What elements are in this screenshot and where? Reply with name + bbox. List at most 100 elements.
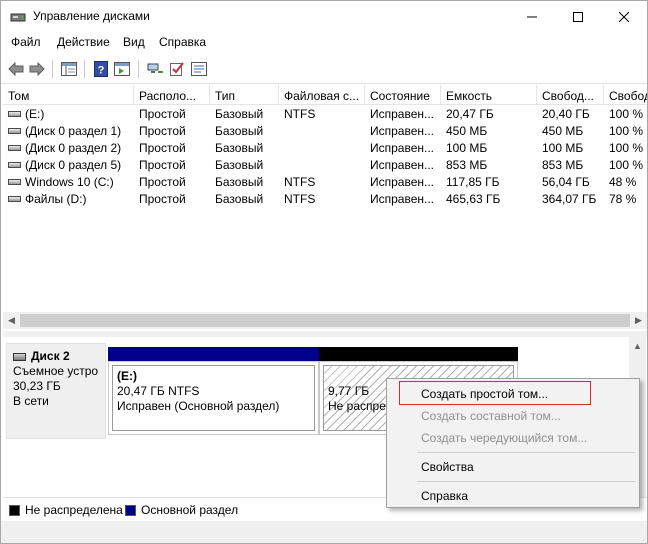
- cell-text: Простой: [139, 192, 186, 206]
- list-horizontal-scrollbar[interactable]: ◀ ▶: [3, 312, 647, 329]
- table-cell: Простой: [139, 107, 211, 121]
- cell-text: 100 %: [609, 141, 644, 155]
- column-header-capacity[interactable]: Емкость: [441, 85, 537, 105]
- disk-label[interactable]: Диск 2 Съемное устро 30,23 ГБ В сети: [6, 343, 106, 439]
- highlight-annotation: [399, 381, 591, 405]
- menu-separator: [417, 481, 635, 482]
- cell-text: (Диск 0 раздел 1): [25, 124, 122, 138]
- cell-text: 20,47 ГБ: [446, 107, 494, 121]
- column-header-percent-free[interactable]: Свобод: [604, 85, 647, 105]
- scroll-left-arrow-icon[interactable]: ◀: [3, 312, 20, 329]
- column-header-volume[interactable]: Том: [3, 85, 134, 105]
- table-cell: 450 МБ: [446, 124, 538, 138]
- table-cell: 100 МБ: [446, 141, 538, 155]
- table-cell: 117,85 ГБ: [446, 175, 538, 189]
- properties-icon[interactable]: [189, 59, 209, 79]
- table-cell: 48 %: [609, 175, 647, 189]
- column-header-layout[interactable]: Располо...: [134, 85, 210, 105]
- cell-text: 78 %: [609, 192, 637, 206]
- menu-action[interactable]: Действие: [57, 35, 110, 49]
- table-cell: (Диск 0 раздел 5): [8, 158, 133, 172]
- cell-text: Базовый: [215, 124, 264, 138]
- status-bar: [1, 521, 647, 543]
- table-cell: 20,40 ГБ: [542, 107, 605, 121]
- menu-help[interactable]: Справка: [159, 35, 206, 49]
- toolbar-separator: [138, 60, 139, 78]
- check-icon[interactable]: [167, 59, 187, 79]
- table-cell: Файлы (D:): [8, 192, 133, 206]
- volume-icon: [8, 195, 21, 202]
- console-tree-icon[interactable]: [59, 59, 79, 79]
- cell-text: 48 %: [609, 175, 637, 189]
- volume-icon: [8, 161, 21, 168]
- cell-text: NTFS: [284, 175, 316, 189]
- table-cell: 100 %: [609, 158, 647, 172]
- table-row[interactable]: (Диск 0 раздел 2) Простой Базовый Исправен.…: [3, 140, 647, 157]
- table-cell: 465,63 ГБ: [446, 192, 538, 206]
- table-cell: NTFS: [284, 192, 366, 206]
- cell-text: 100 %: [609, 107, 644, 121]
- partition-inner: (E:) 20,47 ГБ NTFS Исправен (Основной ра…: [112, 365, 315, 431]
- table-row[interactable]: (E:) Простой Базовый NTFS Исправен... 20,47 Г…: [3, 106, 647, 123]
- menu-file[interactable]: Файл: [11, 35, 41, 49]
- legend-swatch-unallocated: [9, 505, 20, 516]
- svg-text:?: ?: [98, 65, 105, 77]
- toolbar-separator: [52, 60, 53, 78]
- menu-item-help[interactable]: Справка: [387, 485, 639, 507]
- disk-status: В сети: [13, 394, 49, 408]
- scroll-up-arrow-icon[interactable]: ▲: [629, 337, 646, 354]
- minimize-button[interactable]: [509, 1, 555, 32]
- column-header-type[interactable]: Тип: [210, 85, 279, 105]
- cell-text: Базовый: [215, 175, 264, 189]
- title-bar: Управление дисками: [1, 1, 647, 32]
- maximize-button[interactable]: [555, 1, 601, 32]
- cell-text: 117,85 ГБ: [446, 175, 500, 189]
- table-cell: Базовый: [215, 141, 281, 155]
- cell-text: (E:): [25, 107, 45, 121]
- toolbar: ?: [1, 54, 647, 84]
- cell-text: Базовый: [215, 192, 264, 206]
- table-cell: Windows 10 (C:): [8, 175, 133, 189]
- column-header-filesystem[interactable]: Файловая с...: [279, 85, 365, 105]
- scroll-right-arrow-icon[interactable]: ▶: [630, 312, 647, 329]
- menu-item-properties[interactable]: Свойства: [387, 456, 639, 478]
- cell-text: 465,63 ГБ: [446, 192, 501, 206]
- table-cell: Простой: [139, 175, 211, 189]
- table-cell: Простой: [139, 158, 211, 172]
- cell-text: Исправен...: [370, 141, 435, 155]
- table-cell: 56,04 ГБ: [542, 175, 605, 189]
- disk-name: Диск 2: [31, 349, 70, 363]
- volume-list: Том Располо... Тип Файловая с... Состоян…: [3, 85, 647, 333]
- column-header-free-space[interactable]: Свобод...: [537, 85, 604, 105]
- volume-icon: [8, 110, 21, 117]
- table-row[interactable]: Файлы (D:) Простой Базовый NTFS Исправен... 4…: [3, 191, 647, 208]
- menu-bar: Файл Действие Вид Справка: [1, 32, 647, 54]
- help-icon[interactable]: ?: [91, 59, 111, 79]
- table-cell: 20,47 ГБ: [446, 107, 538, 121]
- partition-body: (E:) 20,47 ГБ NTFS Исправен (Основной ра…: [108, 361, 319, 435]
- table-cell: 853 МБ: [446, 158, 538, 172]
- partition-e[interactable]: (E:) 20,47 ГБ NTFS Исправен (Основной ра…: [108, 347, 319, 435]
- table-cell: Исправен...: [370, 107, 442, 121]
- volume-icon: [8, 178, 21, 185]
- cell-text: Исправен...: [370, 192, 435, 206]
- scroll-thumb[interactable]: [20, 314, 630, 327]
- menu-view[interactable]: Вид: [123, 35, 145, 49]
- close-button[interactable]: [601, 1, 647, 32]
- table-row[interactable]: (Диск 0 раздел 1) Простой Базовый Исправен.…: [3, 123, 647, 140]
- column-header-status[interactable]: Состояние: [365, 85, 441, 105]
- details-icon[interactable]: [112, 59, 132, 79]
- legend-label-unallocated: Не распределена: [25, 503, 123, 517]
- table-cell: Исправен...: [370, 175, 442, 189]
- back-icon[interactable]: [6, 59, 26, 79]
- disk-type: Съемное устро: [13, 364, 99, 378]
- forward-icon[interactable]: [27, 59, 47, 79]
- table-cell: NTFS: [284, 175, 366, 189]
- table-row[interactable]: (Диск 0 раздел 5) Простой Базовый Исправен.…: [3, 157, 647, 174]
- cell-text: 56,04 ГБ: [542, 175, 590, 189]
- cell-text: NTFS: [284, 192, 316, 206]
- table-cell: Базовый: [215, 107, 281, 121]
- table-row[interactable]: Windows 10 (C:) Простой Базовый NTFS Исправе…: [3, 174, 647, 191]
- connect-icon[interactable]: [145, 59, 165, 79]
- cell-text: Windows 10 (C:): [25, 175, 114, 189]
